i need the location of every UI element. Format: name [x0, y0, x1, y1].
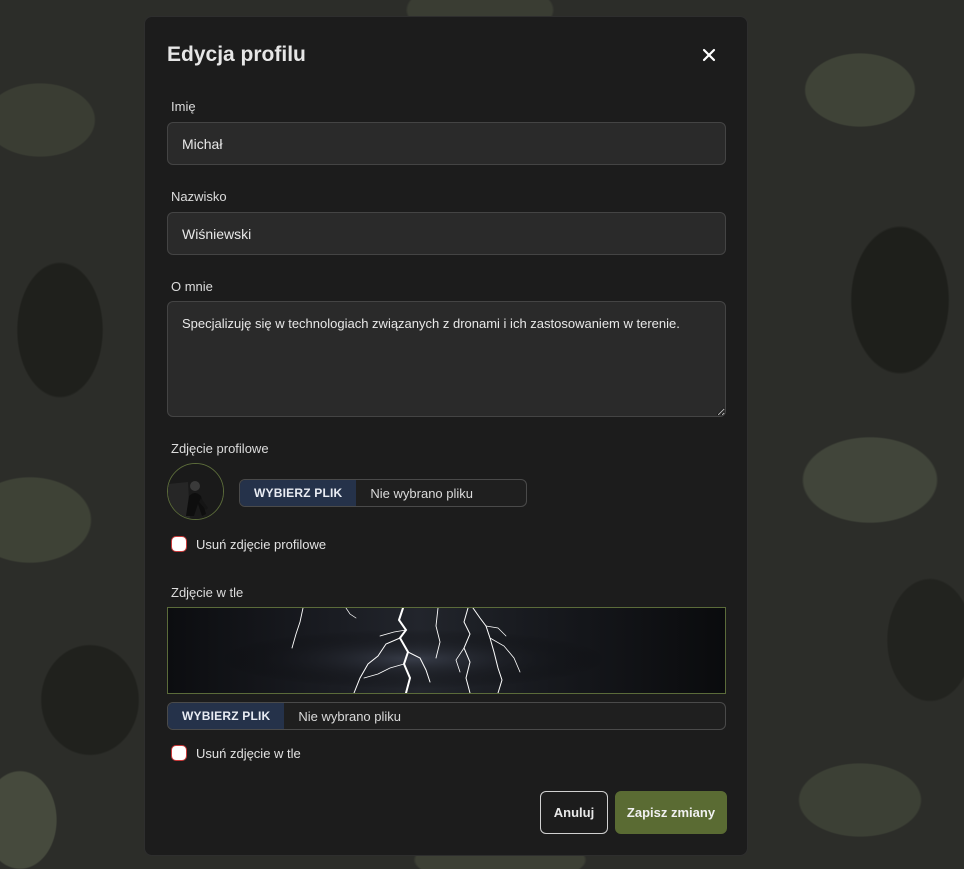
profile-photo-label: Zdjęcie profilowe [171, 441, 269, 456]
cancel-button[interactable]: Anuluj [540, 791, 608, 834]
remove-background-photo-checkbox[interactable] [171, 745, 187, 761]
avatar-person-image [168, 464, 223, 519]
edit-profile-modal: Edycja profilu Imię Nazwisko O mnie Spec… [144, 16, 748, 856]
background-photo-file-picker[interactable]: WYBIERZ PLIK Nie wybrano pliku [167, 702, 726, 730]
lightning-image [168, 608, 725, 693]
avatar [167, 463, 224, 520]
about-textarea[interactable]: Specjalizuję się w technologiach związan… [167, 301, 726, 417]
remove-background-photo-label: Usuń zdjęcie w tle [196, 745, 301, 761]
profile-photo-choose-file-button[interactable]: WYBIERZ PLIK [240, 480, 357, 506]
first-name-input[interactable] [167, 122, 726, 165]
close-icon [702, 48, 716, 62]
close-button[interactable] [695, 41, 723, 69]
remove-profile-photo-label: Usuń zdjęcie profilowe [196, 536, 327, 552]
background-photo-preview [167, 607, 726, 694]
last-name-input[interactable] [167, 212, 726, 255]
background-photo-choose-file-button[interactable]: WYBIERZ PLIK [168, 703, 285, 729]
last-name-label: Nazwisko [171, 189, 227, 204]
background-photo-label: Zdjęcie w tle [171, 585, 244, 600]
remove-profile-photo-row[interactable]: Usuń zdjęcie profilowe [171, 536, 326, 552]
remove-profile-photo-checkbox[interactable] [171, 536, 187, 552]
first-name-label: Imię [171, 99, 196, 114]
profile-photo-file-picker[interactable]: WYBIERZ PLIK Nie wybrano pliku [239, 479, 527, 507]
save-button[interactable]: Zapisz zmiany [615, 791, 727, 834]
about-label: O mnie [171, 279, 213, 294]
background-photo-file-status: Nie wybrano pliku [298, 708, 402, 724]
profile-photo-file-status: Nie wybrano pliku [370, 485, 474, 501]
remove-background-photo-row[interactable]: Usuń zdjęcie w tle [171, 745, 301, 761]
modal-title: Edycja profilu [167, 43, 306, 66]
